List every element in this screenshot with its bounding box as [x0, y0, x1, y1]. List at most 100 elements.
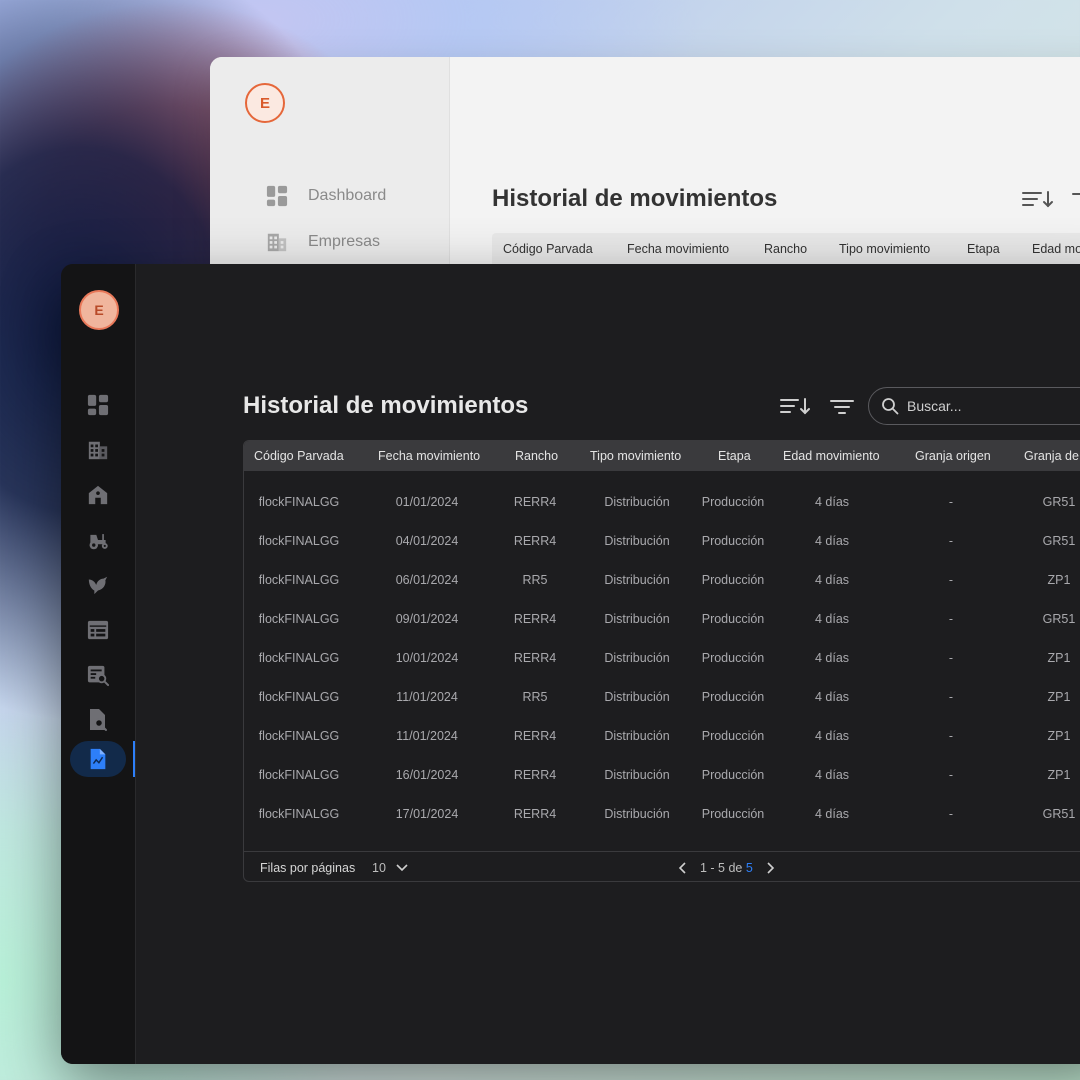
cell-tipo: Distribución — [604, 534, 670, 548]
sidebar-item-dashboard[interactable] — [87, 394, 109, 416]
cell-etapa: Producción — [701, 651, 765, 665]
total-pages: 5 — [745, 861, 753, 875]
column-header[interactable]: Código Parvada — [254, 449, 344, 463]
cell-fecha: 16/01/2024 — [395, 768, 459, 782]
next-page-button[interactable] — [763, 858, 779, 878]
cell-codigo-parvada: flockFINALGG — [258, 534, 340, 548]
column-header[interactable]: Granja de — [1024, 449, 1079, 463]
table-header: Código Parvada Fecha movimiento Rancho T… — [244, 441, 1080, 471]
avatar[interactable]: E — [245, 83, 285, 123]
table-row[interactable]: flockFINALGG 06/01/2024 RR5 Distribución Pro… — [244, 561, 1080, 600]
cell-tipo: Distribución — [604, 651, 670, 665]
cell-tipo: Distribución — [604, 729, 670, 743]
dashboard-icon — [266, 185, 288, 207]
cell-edad: 4 días — [814, 807, 850, 821]
sidebar-item-ranchos[interactable] — [87, 484, 109, 506]
cell-rancho: RERR4 — [513, 729, 557, 743]
search-input[interactable] — [907, 398, 1080, 414]
sidebar-item-registros[interactable] — [87, 619, 109, 641]
table-row[interactable]: flockFINALGG 11/01/2024 RERR4 Distribución P… — [244, 717, 1080, 756]
sidebar-item-parvadas[interactable] — [87, 574, 109, 596]
cell-fecha: 06/01/2024 — [395, 573, 459, 587]
sidebar-item-maquinaria[interactable] — [87, 529, 109, 551]
cell-tipo: Distribución — [604, 573, 670, 587]
farm-house-icon — [88, 485, 108, 505]
column-header[interactable]: Etapa — [718, 449, 751, 463]
page-range-text: 1 - 5 de — [700, 861, 743, 875]
column-header[interactable]: Fecha movimiento — [378, 449, 480, 463]
cell-granja-origen: - — [948, 612, 954, 626]
table-row[interactable]: flockFINALGG 17/01/2024 RERR4 Distribución P… — [244, 795, 1080, 834]
search-icon — [882, 398, 899, 415]
table-row[interactable]: flockFINALGG 01/01/2024 RERR4 Distribución P… — [244, 483, 1080, 522]
table-header: Código Parvada Fecha movimiento Rancho T… — [492, 233, 1080, 265]
bird-icon — [88, 576, 108, 595]
pagination: 1 - 5 de 5 — [674, 858, 779, 878]
cell-rancho: RERR4 — [513, 768, 557, 782]
cell-rancho: RR5 — [522, 690, 548, 704]
filter-icon[interactable] — [830, 399, 854, 415]
sort-icon[interactable] — [1022, 189, 1056, 209]
table-row[interactable]: flockFINALGG 09/01/2024 RERR4 Distribución P… — [244, 600, 1080, 639]
column-header[interactable]: Edad mo — [1032, 242, 1080, 256]
cell-granja-destino: ZP1 — [1047, 651, 1071, 665]
cell-etapa: Producción — [701, 807, 765, 821]
report-search-icon — [87, 665, 109, 687]
column-header[interactable]: Rancho — [515, 449, 558, 463]
cell-edad: 4 días — [814, 612, 850, 626]
document-search-icon — [90, 709, 107, 731]
cell-granja-destino: GR51 — [1042, 534, 1076, 548]
prev-page-button[interactable] — [674, 858, 690, 878]
table-row[interactable]: flockFINALGG 11/01/2024 RR5 Distribución Pro… — [244, 678, 1080, 717]
sidebar-item-historial[interactable] — [87, 748, 109, 770]
movements-table: Código Parvada Fecha movimiento Rancho T… — [243, 440, 1080, 882]
cell-tipo: Distribución — [604, 807, 670, 821]
filter-icon[interactable] — [1072, 191, 1080, 207]
table-row[interactable]: flockFINALGG 10/01/2024 RERR4 Distribución P… — [244, 639, 1080, 678]
sidebar-item-empresas[interactable]: Empresas — [266, 231, 380, 253]
column-header[interactable]: Granja origen — [915, 449, 991, 463]
dark-app-window: E Historial de movimientos Buscar... Cód… — [61, 264, 1080, 1064]
cell-edad: 4 días — [814, 690, 850, 704]
sidebar-item-reportes[interactable] — [87, 664, 109, 687]
dark-sidebar: E — [61, 264, 136, 1064]
column-header[interactable]: Tipo movimiento — [839, 242, 930, 256]
rows-per-page-select[interactable]: 10 — [372, 861, 408, 875]
sidebar-item-empresas[interactable] — [87, 439, 109, 461]
column-header[interactable]: Tipo movimiento — [590, 449, 681, 463]
cell-granja-destino: ZP1 — [1047, 573, 1071, 587]
cell-codigo-parvada: flockFINALGG — [258, 651, 340, 665]
cell-etapa: Producción — [701, 690, 765, 704]
dashboard-icon — [87, 394, 109, 416]
sidebar-item-documentos[interactable] — [87, 709, 109, 731]
column-header[interactable]: Etapa — [967, 242, 1000, 256]
table-row[interactable]: flockFINALGG 16/01/2024 RERR4 Distribución P… — [244, 756, 1080, 795]
cell-fecha: 10/01/2024 — [395, 651, 459, 665]
sidebar-item-dashboard[interactable]: Dashboard — [266, 185, 386, 207]
page-range: 1 - 5 de 5 — [700, 861, 753, 875]
avatar[interactable]: E — [79, 290, 119, 330]
cell-tipo: Distribución — [604, 690, 670, 704]
sort-icon[interactable] — [780, 397, 812, 415]
rows-per-page-label: Filas por páginas — [260, 861, 356, 875]
cell-etapa: Producción — [701, 495, 765, 509]
cell-edad: 4 días — [814, 573, 850, 587]
cell-edad: 4 días — [814, 768, 850, 782]
table-row[interactable]: flockFINALGG 04/01/2024 RERR4 Distribución P… — [244, 522, 1080, 561]
document-chart-icon — [90, 748, 106, 770]
cell-fecha: 04/01/2024 — [395, 534, 459, 548]
cell-granja-destino: ZP1 — [1047, 729, 1071, 743]
cell-codigo-parvada: flockFINALGG — [258, 573, 340, 587]
page-title: Historial de movimientos — [243, 392, 529, 419]
cell-granja-destino: GR51 — [1042, 612, 1076, 626]
cell-fecha: 17/01/2024 — [395, 807, 459, 821]
cell-granja-origen: - — [948, 651, 954, 665]
column-header[interactable]: Rancho — [764, 242, 807, 256]
cell-edad: 4 días — [814, 651, 850, 665]
column-header[interactable]: Fecha movimiento — [627, 242, 729, 256]
search-bar[interactable] — [868, 387, 1080, 425]
cell-etapa: Producción — [701, 729, 765, 743]
column-header[interactable]: Edad movimiento — [783, 449, 880, 463]
cell-codigo-parvada: flockFINALGG — [258, 768, 340, 782]
column-header[interactable]: Código Parvada — [503, 242, 593, 256]
